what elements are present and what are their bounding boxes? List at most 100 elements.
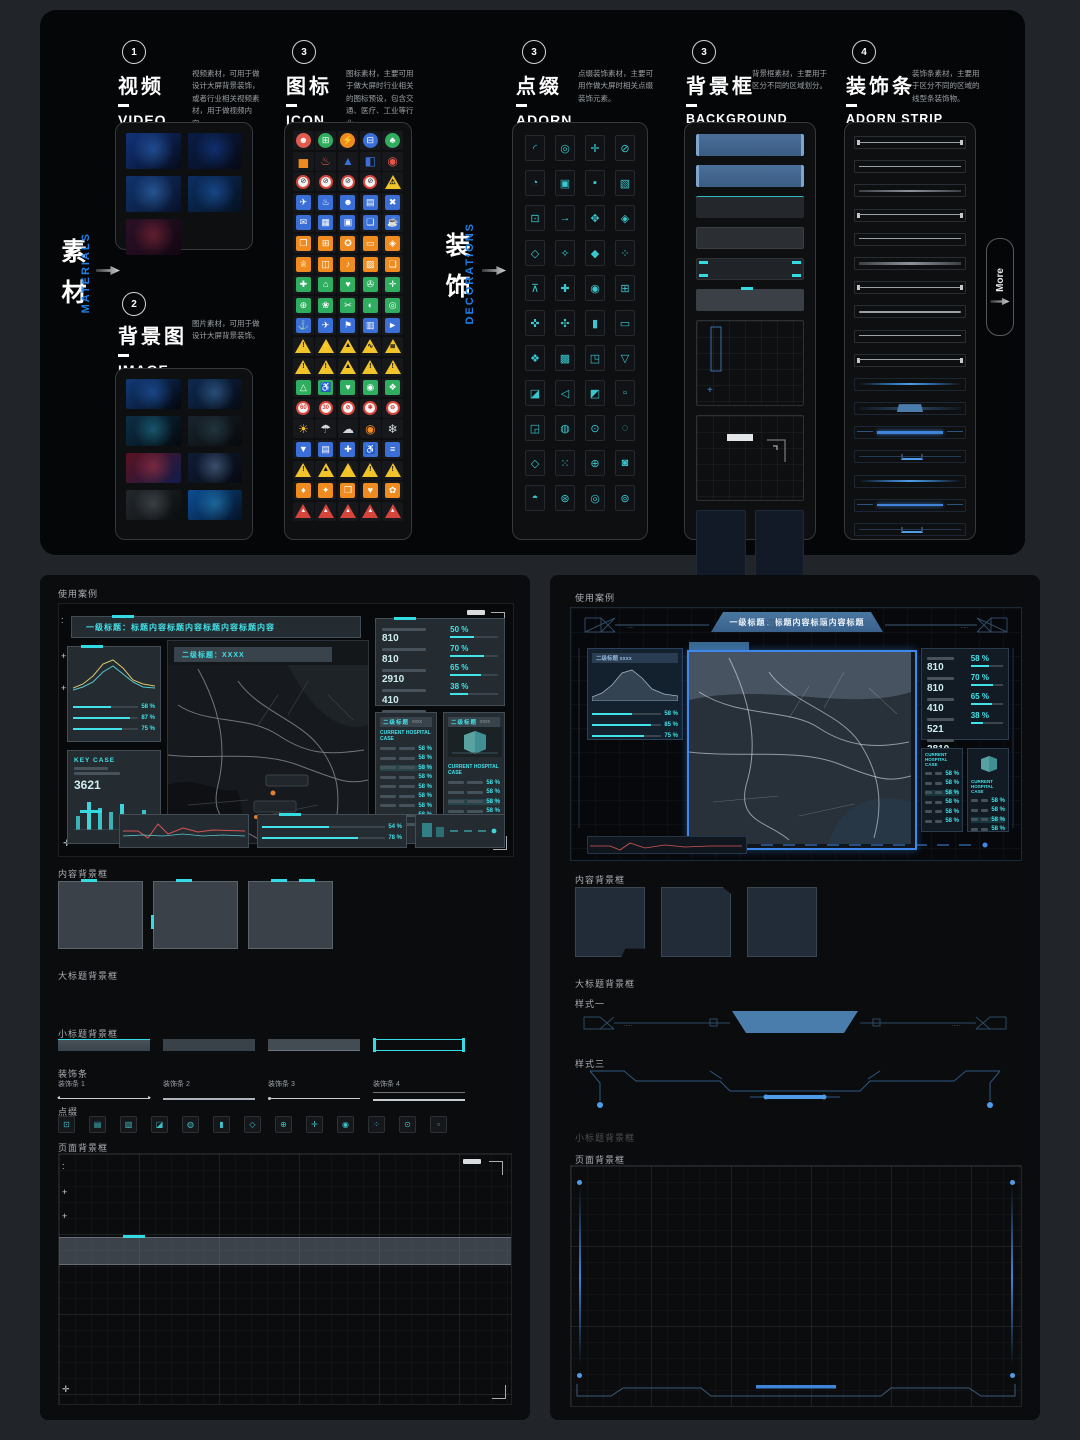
adorn-strip-3: [854, 184, 966, 197]
icon-camp: ▤: [315, 440, 336, 459]
row-text-bar: [380, 776, 396, 779]
adorn-strip-17: [854, 523, 966, 536]
icon-warn: !: [293, 358, 314, 377]
icon-warn-voltage: ⚡: [315, 337, 336, 356]
adorn-glyph-0: ◜: [525, 135, 545, 161]
adorn-glyph-14: ◆: [585, 240, 605, 266]
key-case-value: 3621: [74, 778, 154, 792]
icon-capsule: ✚: [293, 275, 314, 294]
row-text-bar: [971, 828, 978, 831]
warn-slope-icon: ▲: [340, 339, 356, 353]
hospital-row: 58 %: [925, 771, 959, 777]
icon-no-touch: ✱: [360, 399, 381, 418]
strip-sample-line: [163, 1092, 255, 1100]
video-title-zh: 视频: [118, 70, 167, 99]
clothes-icon: ▨: [363, 257, 378, 272]
adorn-glyph-34: ⊙: [585, 415, 605, 441]
warn-icon: !: [385, 463, 401, 477]
clinic-icon: ✚: [340, 442, 355, 457]
progress-value: 54 %: [388, 824, 402, 830]
bed-icon: ⌂: [318, 277, 333, 292]
passenger-icon: ☻: [340, 195, 355, 210]
progress-track: [73, 706, 138, 708]
icon-stairs: ≡: [382, 440, 403, 459]
icon-fuel-station: ⚡: [338, 131, 359, 150]
icon-chart: ▥: [360, 316, 381, 335]
icon-wheelchair: ♿: [315, 378, 336, 397]
card-icon: ▦: [318, 215, 333, 230]
no-turn-icon: ⊘: [341, 401, 355, 415]
hospital-row: 58 %: [380, 755, 432, 761]
icon-road-warn: ▲: [293, 502, 314, 521]
row-text-bar: [925, 782, 932, 785]
adorn-dot-12: ▫: [430, 1116, 447, 1133]
icon-heel: ♪: [338, 255, 359, 274]
money-icon: ◈: [385, 236, 400, 251]
small-title-frame-4: [373, 1039, 465, 1051]
icon-typhoon: ◉: [360, 419, 381, 438]
row-text-bar: [380, 766, 396, 769]
row-text-bar: [448, 781, 464, 784]
strip-desc: 装饰条素材，主要用于区分不同的区域的线型条装饰物。: [912, 68, 984, 105]
icon-send: ►: [382, 316, 403, 335]
book-icon: ❏: [363, 215, 378, 230]
stat-block: 810: [927, 657, 966, 674]
stat-label-bar: [927, 718, 954, 721]
row-text-bar: [448, 791, 464, 794]
icon-warn: !: [315, 358, 336, 377]
icon-port: ▼: [293, 440, 314, 459]
car-icon: ⊟: [363, 133, 378, 148]
stat-pct: 38 %: [450, 682, 498, 695]
thumbnail-light-corridor: [188, 176, 243, 212]
tool-icon: ✦: [318, 483, 333, 498]
r-page-frame: [570, 1165, 1022, 1407]
decorations-en: DECORATIONS: [464, 222, 476, 324]
adorn-dot-10: ⁘: [368, 1116, 385, 1133]
icon-no-turn: ⊘: [338, 399, 359, 418]
cart-icon: ⊞: [318, 236, 333, 251]
snow-icon: ❄: [388, 423, 398, 435]
hospital-title: CURRENT HOSPITAL CASE: [448, 764, 500, 776]
adorn-glyph-42: ◎: [585, 485, 605, 511]
hospital-row: 58 %: [925, 818, 959, 824]
adorn-glyph-36: ◇: [525, 450, 545, 476]
crossing-warn-icon: ⚠: [385, 175, 401, 189]
icon-no-fly: ✖: [382, 193, 403, 212]
mini-line-chart: [123, 818, 245, 844]
thumbnail-network-lines: [126, 176, 181, 212]
icon-warn-slope: ▲: [338, 337, 359, 356]
icon-syringe: ✛: [382, 275, 403, 294]
image-asset-panel: [115, 368, 253, 540]
svg-text:.....: .....: [952, 1022, 961, 1028]
svg-text:+: +: [707, 385, 713, 396]
icon-stomach: ♥: [338, 378, 359, 397]
stat-label-bar: [927, 657, 954, 660]
icon-eye: ◉: [360, 378, 381, 397]
document-icon: ✉: [296, 215, 311, 230]
row-pct: 58 %: [945, 818, 959, 824]
dash: [686, 104, 697, 107]
adorn-glyph-20: ✜: [525, 310, 545, 336]
person-icon: ☻: [296, 133, 311, 148]
stat-pct-value: 50 %: [450, 625, 498, 634]
stat-pct-track: [971, 684, 1003, 686]
map-title: 二级标题：XXXX: [182, 650, 245, 660]
mini-line-panel: [119, 814, 249, 848]
row-text-bar: [399, 804, 415, 807]
dress-icon: ♕: [296, 257, 311, 272]
stat-pct-track: [971, 703, 1003, 705]
row-pct: 58 %: [991, 798, 1005, 804]
adorn-glyph-5: ▣: [555, 170, 575, 196]
warn-icon: !: [295, 339, 311, 353]
row-pct: 58 %: [945, 771, 959, 777]
usage-right-panel: 使用案例 一级标题：标题内容标题内容标题 .......... 二级标题 xxx…: [550, 575, 1040, 1420]
icon-gift: ❒: [338, 481, 359, 500]
capsule-icon: ✚: [296, 277, 311, 292]
dash-title-bar: 一级标题：标题内容标题内容标题内容标题内容: [71, 616, 361, 638]
more-button[interactable]: More: [986, 238, 1014, 336]
row-text-bar: [399, 776, 415, 779]
content-frame-3: [248, 881, 333, 949]
stat-pct-value: 65 %: [450, 663, 498, 672]
adorn-glyph-13: ✧: [555, 240, 575, 266]
adorn-strip-6: [854, 257, 966, 270]
